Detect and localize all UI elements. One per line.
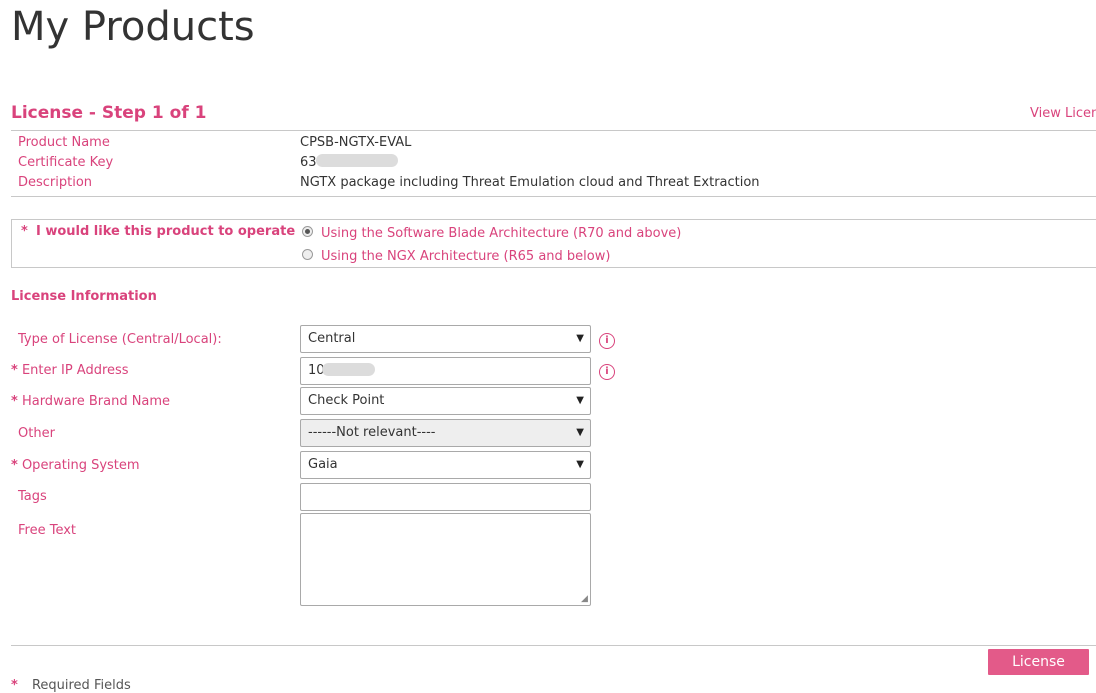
info-circle-icon[interactable]: i (599, 333, 615, 349)
divider (11, 130, 1096, 131)
redacted-ip (322, 363, 375, 376)
product-name-value: CPSB-NGTX-EVAL (300, 135, 412, 150)
required-mark: * (21, 224, 28, 239)
license-type-select[interactable]: Central ▼ (300, 325, 591, 353)
other-label: Other (18, 426, 55, 441)
os-select[interactable]: Gaia ▼ (300, 451, 591, 479)
description-label: Description (18, 175, 93, 190)
operate-label: * I would like this product to operate (21, 224, 295, 239)
tags-input[interactable] (300, 483, 591, 511)
required-mark: * (11, 363, 18, 378)
caret-down-icon: ▼ (576, 427, 584, 438)
certificate-key-value: 63 (300, 155, 317, 170)
required-mark: * (11, 458, 18, 473)
tags-label: Tags (18, 489, 47, 504)
resize-handle-icon[interactable]: ◢ (581, 595, 589, 604)
required-mark: * (11, 394, 18, 409)
step-title: License - Step 1 of 1 (11, 103, 207, 123)
hardware-label-text: Hardware Brand Name (21, 394, 171, 409)
radio-software-blade[interactable] (302, 226, 313, 237)
other-value: ------Not relevant---- (308, 425, 436, 440)
free-text-label: Free Text (18, 523, 77, 538)
view-license-link[interactable]: View Licen (1030, 106, 1096, 121)
redacted-certificate (316, 154, 398, 167)
ip-label: * Enter IP Address (11, 363, 129, 378)
os-label: * Operating System (11, 458, 140, 473)
product-name-label: Product Name (18, 135, 110, 150)
caret-down-icon: ▼ (576, 395, 584, 406)
license-type-value: Central (308, 331, 356, 346)
os-label-text: Operating System (21, 458, 140, 473)
hardware-select[interactable]: Check Point ▼ (300, 387, 591, 415)
caret-down-icon: ▼ (576, 333, 584, 344)
os-value: Gaia (308, 457, 338, 472)
license-button[interactable]: License (988, 649, 1089, 675)
hardware-value: Check Point (308, 393, 385, 408)
description-value: NGTX package including Threat Emulation … (300, 175, 760, 190)
radio-software-blade-label[interactable]: Using the Software Blade Architecture (R… (321, 226, 681, 241)
required-fields-text: Required Fields (31, 678, 131, 693)
license-type-label: Type of License (Central/Local): (18, 332, 222, 347)
divider (11, 645, 1096, 646)
operate-label-text: I would like this product to operate (35, 224, 296, 239)
other-select: ------Not relevant---- ▼ (300, 419, 591, 447)
required-fields-note: * Required Fields (11, 678, 131, 693)
ip-label-text: Enter IP Address (21, 363, 129, 378)
divider (11, 196, 1096, 197)
hardware-label: * Hardware Brand Name (11, 394, 170, 409)
free-text-area[interactable]: ◢ (300, 513, 591, 606)
info-circle-icon[interactable]: i (599, 364, 615, 380)
page-title: My Products (11, 4, 255, 50)
certificate-key-label: Certificate Key (18, 155, 114, 170)
caret-down-icon: ▼ (576, 459, 584, 470)
radio-ngx-label[interactable]: Using the NGX Architecture (R65 and belo… (321, 249, 610, 264)
license-info-title: License Information (11, 289, 157, 304)
radio-ngx[interactable] (302, 249, 313, 260)
required-mark: * (11, 678, 18, 693)
